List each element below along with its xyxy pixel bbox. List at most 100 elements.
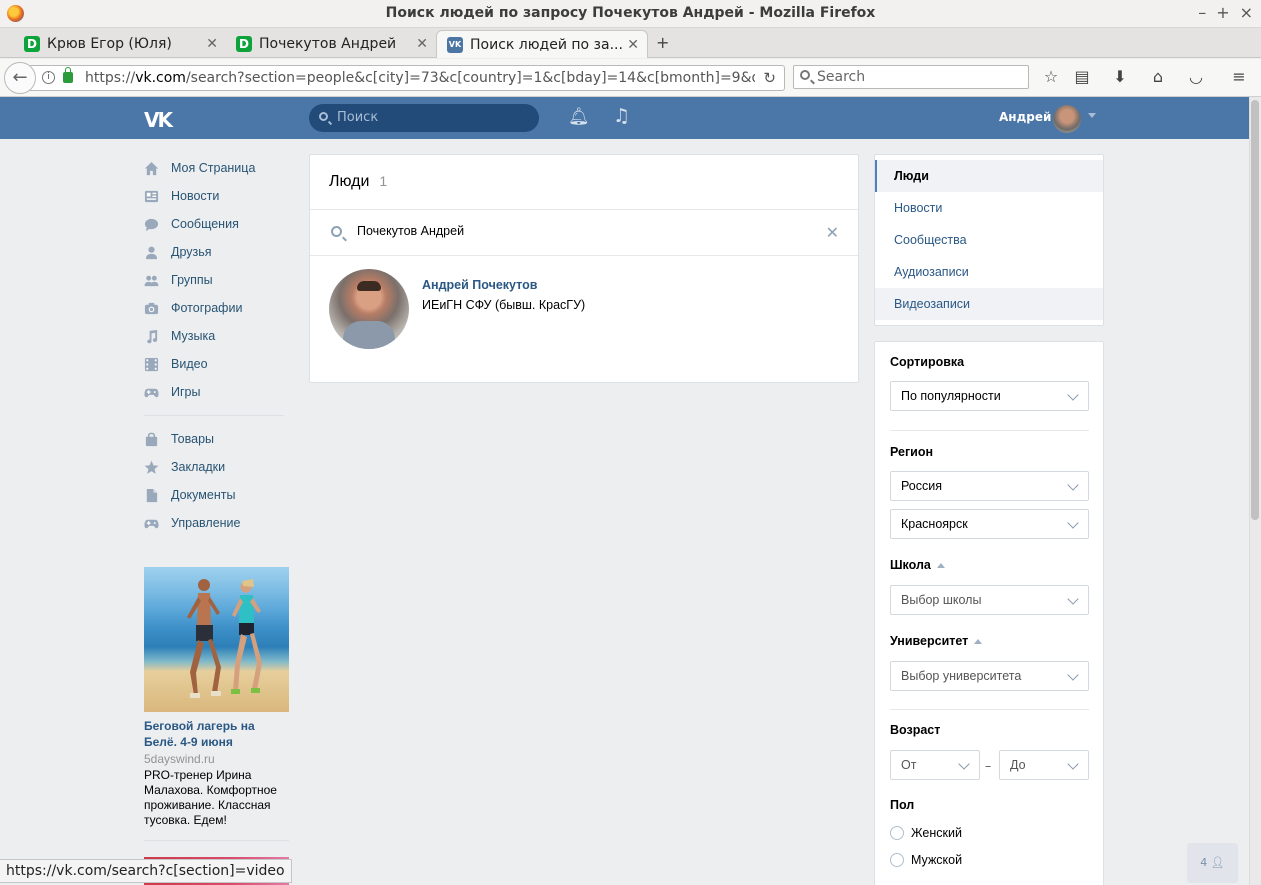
download-icon[interactable]: ⬇ [1110,67,1130,87]
person-avatar[interactable] [329,269,409,349]
age-dash: – [985,758,992,773]
tab-communities[interactable]: Сообщества [875,224,1103,256]
friends-icon [144,245,159,260]
header-username[interactable]: Андрей [999,110,1051,124]
country-select[interactable]: Россия [890,471,1089,501]
menu-item-photos[interactable]: Фотографии [144,294,294,322]
ad-title[interactable]: Беговой лагерь на Белё. 4-9 июня [144,718,289,750]
browser-tab-2[interactable]: D Почекутов Андрей ✕ [226,30,436,58]
results-search-bar[interactable]: ✕ [310,210,858,256]
age-to-select[interactable]: До [999,750,1089,780]
browser-search-input[interactable] [817,69,1017,85]
profile-menu-caret-icon[interactable] [1088,113,1096,118]
menu-item-label: Сообщения [171,217,239,231]
menu-item-label: Управление [171,516,241,530]
status-bar: https://vk.com/search?c[section]=video [0,859,292,883]
menu-item-groups[interactable]: Группы [144,266,294,294]
menu-item-label: Друзья [171,245,212,259]
vk-search-input[interactable] [337,110,527,125]
minimize-button[interactable]: – [1198,3,1206,22]
gender-female-radio[interactable]: Женский [890,826,962,840]
menu-item-documents[interactable]: Документы [144,481,294,509]
header-avatar[interactable] [1053,105,1081,133]
gender-male-radio[interactable]: Мужской [890,853,962,867]
menu-item-music[interactable]: Музыка [144,322,294,350]
vk-header: VK 🔔︎ ♫ Андрей [0,97,1249,139]
friends-online-button[interactable]: 4 👤︎ [1187,843,1238,883]
document-icon [144,488,159,503]
menu-item-label: Группы [171,273,213,287]
menu-item-news[interactable]: Новости [144,182,294,210]
menu-item-messages[interactable]: Сообщения [144,210,294,238]
tab-label: Почекутов Андрей [259,36,397,52]
pocket-icon[interactable]: ◡ [1186,67,1206,87]
sort-label: Сортировка [890,355,965,369]
chevron-down-icon [958,758,970,770]
new-tab-button[interactable]: + [656,33,669,52]
close-window-button[interactable]: × [1240,3,1253,22]
music-player-icon[interactable]: ♫ [613,105,630,127]
university-placeholder: Выбор университета [901,669,1022,683]
ad-image-runners[interactable] [144,567,289,712]
clear-search-icon[interactable]: ✕ [826,223,839,242]
maximize-button[interactable]: + [1216,3,1229,22]
menu-icon[interactable]: ≡ [1229,67,1249,87]
search-filters: Сортировка По популярности Регион Россия… [874,341,1104,885]
close-tab-icon[interactable]: ✕ [416,36,428,52]
school-select[interactable]: Выбор школы [890,585,1089,615]
people-search-input[interactable] [357,224,807,238]
person-icon: 👤︎ [1210,856,1225,869]
url-text[interactable]: https://vk.com/search?section=people&c[c… [85,70,755,86]
menu-item-my-page[interactable]: Моя Страница [144,154,294,182]
music-icon [144,329,159,344]
close-tab-icon[interactable]: ✕ [627,37,639,53]
browser-search-bar[interactable] [793,65,1029,89]
tab-video[interactable]: Видеозаписи [875,288,1103,320]
menu-item-games[interactable]: Игры [144,378,294,406]
radio-circle[interactable] [890,853,904,867]
menu-item-friends[interactable]: Друзья [144,238,294,266]
tab-people[interactable]: Люди [875,160,1103,192]
menu-item-bookmarks[interactable]: Закладки [144,453,294,481]
home-button-icon[interactable]: ⌂ [1148,67,1168,87]
vk-logo[interactable]: VK [144,108,173,132]
age-from-value: От [901,758,917,772]
person-name-link[interactable]: Андрей Почекутов [422,278,537,292]
bookmark-star-icon[interactable]: ☆ [1041,67,1061,87]
browser-tab-3[interactable]: VK Поиск людей по за... ✕ [436,30,648,58]
school-label[interactable]: Школа [890,558,945,572]
vk-search-box[interactable] [309,104,539,132]
sort-select[interactable]: По популярности [890,381,1089,411]
browser-tab-1[interactable]: D Крюв Егор (Юля) ✕ [14,30,226,58]
site-info-icon[interactable]: i [42,71,55,84]
radio-circle[interactable] [890,826,904,840]
notifications-bell-icon[interactable]: 🔔︎ [568,107,590,127]
tab-news[interactable]: Новости [875,192,1103,224]
region-label: Регион [890,445,934,459]
close-tab-icon[interactable]: ✕ [206,36,218,52]
collapse-arrow-icon [974,639,983,645]
person-result[interactable] [329,269,409,349]
city-select[interactable]: Красноярск [890,509,1089,539]
reading-list-icon[interactable]: ▤ [1072,67,1092,87]
results-header: Люди 1 [310,155,858,210]
camera-icon [144,301,159,315]
ad-block[interactable]: Беговой лагерь на Белё. 4-9 июня 5dayswi… [144,567,289,841]
back-button[interactable]: ← [4,62,36,94]
scrollbar-thumb[interactable] [1251,100,1259,520]
menu-item-manage[interactable]: Управление [144,509,294,537]
university-select[interactable]: Выбор университета [890,661,1089,691]
menu-item-label: Музыка [171,329,216,343]
menu-item-video[interactable]: Видео [144,350,294,378]
reload-icon[interactable]: ↻ [763,69,776,87]
lock-icon[interactable] [63,67,73,83]
age-from-select[interactable]: От [890,750,980,780]
url-host: vk.com [135,70,186,86]
menu-item-label: Игры [171,385,201,399]
menu-item-goods[interactable]: Товары [144,425,294,453]
school-label-text: Школа [890,558,931,572]
university-label[interactable]: Университет [890,634,983,648]
window-title: Поиск людей по запросу Почекутов Андрей … [385,5,876,21]
tab-audio[interactable]: Аудиозаписи [875,256,1103,288]
url-bar[interactable]: i https://vk.com/search?section=people&c… [30,65,785,91]
